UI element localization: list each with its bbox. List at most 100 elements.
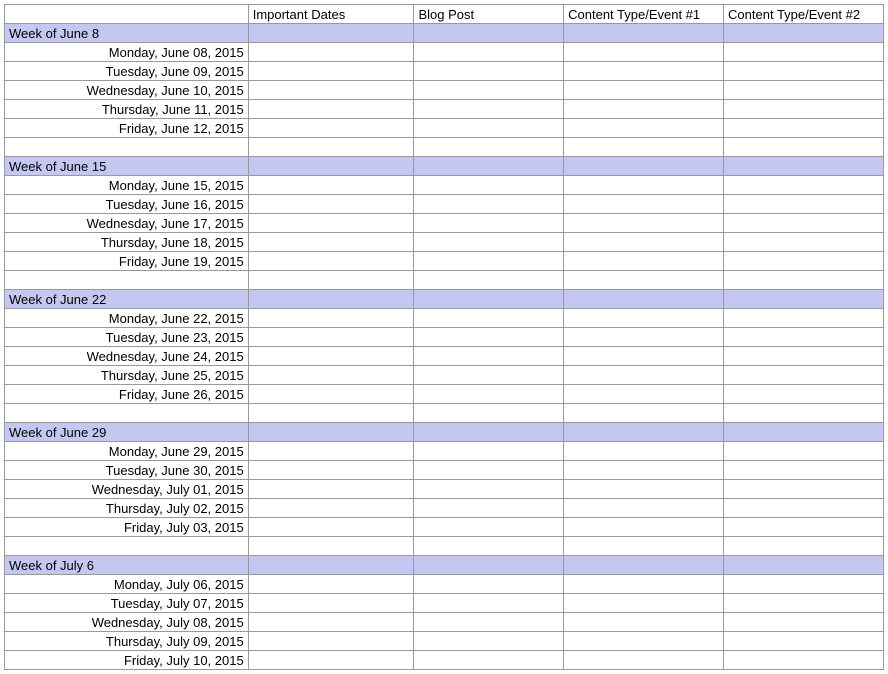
week-header-cell[interactable]: [564, 556, 724, 575]
content-1-cell[interactable]: [564, 575, 724, 594]
date-cell[interactable]: Monday, June 15, 2015: [5, 176, 249, 195]
content-1-cell[interactable]: [564, 594, 724, 613]
content-1-cell[interactable]: [564, 43, 724, 62]
spacer-cell[interactable]: [724, 271, 884, 290]
content-2-cell[interactable]: [724, 62, 884, 81]
content-2-cell[interactable]: [724, 499, 884, 518]
blog-post-cell[interactable]: [414, 594, 564, 613]
content-2-cell[interactable]: [724, 43, 884, 62]
week-header-cell[interactable]: [414, 157, 564, 176]
spacer-cell[interactable]: [5, 404, 249, 423]
date-cell[interactable]: Monday, June 29, 2015: [5, 442, 249, 461]
content-2-cell[interactable]: [724, 651, 884, 670]
spacer-cell[interactable]: [414, 138, 564, 157]
week-header-cell[interactable]: [248, 24, 414, 43]
important-dates-cell[interactable]: [248, 632, 414, 651]
date-cell[interactable]: Thursday, June 25, 2015: [5, 366, 249, 385]
week-header-cell[interactable]: [724, 157, 884, 176]
blog-post-cell[interactable]: [414, 632, 564, 651]
blog-post-cell[interactable]: [414, 62, 564, 81]
week-header-cell[interactable]: [564, 423, 724, 442]
content-2-cell[interactable]: [724, 442, 884, 461]
spacer-cell[interactable]: [414, 537, 564, 556]
blog-post-cell[interactable]: [414, 575, 564, 594]
spacer-cell[interactable]: [248, 271, 414, 290]
important-dates-cell[interactable]: [248, 594, 414, 613]
content-1-cell[interactable]: [564, 632, 724, 651]
date-cell[interactable]: Wednesday, June 17, 2015: [5, 214, 249, 233]
blog-post-cell[interactable]: [414, 195, 564, 214]
blog-post-cell[interactable]: [414, 518, 564, 537]
content-1-cell[interactable]: [564, 366, 724, 385]
blog-post-cell[interactable]: [414, 233, 564, 252]
content-2-cell[interactable]: [724, 119, 884, 138]
week-header-cell[interactable]: [414, 24, 564, 43]
content-1-cell[interactable]: [564, 442, 724, 461]
content-2-cell[interactable]: [724, 480, 884, 499]
blog-post-cell[interactable]: [414, 385, 564, 404]
important-dates-cell[interactable]: [248, 100, 414, 119]
content-1-cell[interactable]: [564, 385, 724, 404]
blog-post-cell[interactable]: [414, 43, 564, 62]
spacer-cell[interactable]: [564, 271, 724, 290]
spacer-cell[interactable]: [248, 138, 414, 157]
spacer-cell[interactable]: [248, 404, 414, 423]
blog-post-cell[interactable]: [414, 100, 564, 119]
week-header-cell[interactable]: [414, 290, 564, 309]
date-cell[interactable]: Tuesday, June 09, 2015: [5, 62, 249, 81]
content-2-cell[interactable]: [724, 252, 884, 271]
content-2-cell[interactable]: [724, 81, 884, 100]
week-title-cell[interactable]: Week of June 22: [5, 290, 249, 309]
date-cell[interactable]: Friday, July 03, 2015: [5, 518, 249, 537]
important-dates-cell[interactable]: [248, 309, 414, 328]
week-title-cell[interactable]: Week of July 6: [5, 556, 249, 575]
date-cell[interactable]: Wednesday, June 24, 2015: [5, 347, 249, 366]
week-header-cell[interactable]: [724, 290, 884, 309]
blog-post-cell[interactable]: [414, 81, 564, 100]
important-dates-cell[interactable]: [248, 233, 414, 252]
important-dates-cell[interactable]: [248, 366, 414, 385]
blog-post-cell[interactable]: [414, 252, 564, 271]
content-2-cell[interactable]: [724, 233, 884, 252]
date-cell[interactable]: Friday, June 26, 2015: [5, 385, 249, 404]
date-cell[interactable]: Tuesday, June 16, 2015: [5, 195, 249, 214]
blog-post-cell[interactable]: [414, 176, 564, 195]
date-cell[interactable]: Wednesday, June 10, 2015: [5, 81, 249, 100]
spacer-cell[interactable]: [414, 404, 564, 423]
spacer-cell[interactable]: [564, 537, 724, 556]
date-cell[interactable]: Thursday, July 02, 2015: [5, 499, 249, 518]
date-cell[interactable]: Tuesday, July 07, 2015: [5, 594, 249, 613]
content-1-cell[interactable]: [564, 252, 724, 271]
blog-post-cell[interactable]: [414, 480, 564, 499]
important-dates-cell[interactable]: [248, 385, 414, 404]
blog-post-cell[interactable]: [414, 613, 564, 632]
date-cell[interactable]: Thursday, June 11, 2015: [5, 100, 249, 119]
week-header-cell[interactable]: [248, 290, 414, 309]
important-dates-cell[interactable]: [248, 62, 414, 81]
blog-post-cell[interactable]: [414, 309, 564, 328]
week-header-cell[interactable]: [414, 556, 564, 575]
important-dates-cell[interactable]: [248, 499, 414, 518]
important-dates-cell[interactable]: [248, 81, 414, 100]
spacer-cell[interactable]: [724, 138, 884, 157]
week-header-cell[interactable]: [564, 290, 724, 309]
week-header-cell[interactable]: [724, 556, 884, 575]
week-header-cell[interactable]: [248, 556, 414, 575]
spacer-cell[interactable]: [414, 271, 564, 290]
content-2-cell[interactable]: [724, 309, 884, 328]
date-cell[interactable]: Wednesday, July 01, 2015: [5, 480, 249, 499]
content-2-cell[interactable]: [724, 347, 884, 366]
header-cell-blog-post[interactable]: Blog Post: [414, 5, 564, 24]
important-dates-cell[interactable]: [248, 347, 414, 366]
date-cell[interactable]: Thursday, June 18, 2015: [5, 233, 249, 252]
important-dates-cell[interactable]: [248, 613, 414, 632]
blog-post-cell[interactable]: [414, 214, 564, 233]
content-2-cell[interactable]: [724, 195, 884, 214]
week-header-cell[interactable]: [564, 157, 724, 176]
week-header-cell[interactable]: [724, 423, 884, 442]
content-1-cell[interactable]: [564, 62, 724, 81]
important-dates-cell[interactable]: [248, 214, 414, 233]
important-dates-cell[interactable]: [248, 119, 414, 138]
important-dates-cell[interactable]: [248, 575, 414, 594]
spacer-cell[interactable]: [564, 138, 724, 157]
